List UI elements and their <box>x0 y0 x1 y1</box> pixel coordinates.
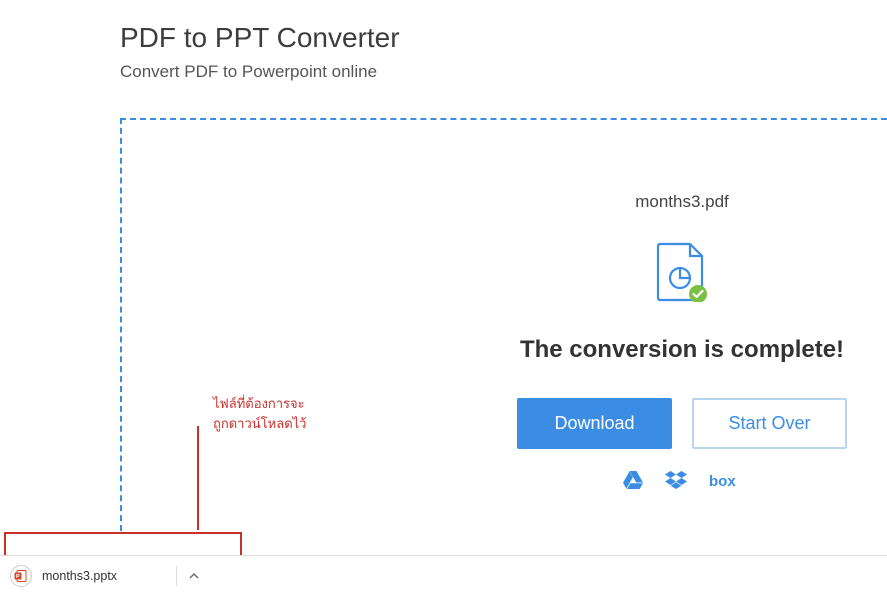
dropbox-icon[interactable] <box>665 471 687 494</box>
page-title: PDF to PPT Converter <box>120 22 887 54</box>
svg-text:P: P <box>16 574 20 580</box>
download-button[interactable]: Download <box>517 398 672 449</box>
drop-area[interactable]: months3.pdf The conversion is complete! … <box>120 118 887 531</box>
cloud-storage-row: box <box>502 471 862 494</box>
svg-text:box: box <box>709 473 736 489</box>
conversion-result: months3.pdf The conversion is complete! … <box>502 192 862 494</box>
action-buttons: Download Start Over <box>502 398 862 449</box>
chevron-up-icon[interactable] <box>176 566 199 586</box>
page-header: PDF to PPT Converter Convert PDF to Powe… <box>0 0 887 82</box>
powerpoint-file-icon: P <box>10 565 32 587</box>
annotation-line2: ถูกดาวน์โหลดไว้ <box>213 414 306 434</box>
annotation-text: ไฟล์ที่ต้องการจะ ถูกดาวน์โหลดไว้ <box>213 394 306 433</box>
annotation-arrow-line <box>197 426 199 530</box>
start-over-button[interactable]: Start Over <box>692 398 847 449</box>
download-filename: months3.pptx <box>42 569 117 583</box>
download-item[interactable]: P months3.pptx <box>0 556 210 595</box>
source-filename: months3.pdf <box>502 192 862 212</box>
page-subtitle: Convert PDF to Powerpoint online <box>120 62 887 82</box>
box-icon[interactable]: box <box>709 472 741 494</box>
annotation-line1: ไฟล์ที่ต้องการจะ <box>213 394 306 414</box>
document-icon <box>502 242 862 302</box>
browser-download-bar: P months3.pptx <box>0 555 887 595</box>
status-message: The conversion is complete! <box>502 336 862 364</box>
google-drive-icon[interactable] <box>623 471 643 494</box>
